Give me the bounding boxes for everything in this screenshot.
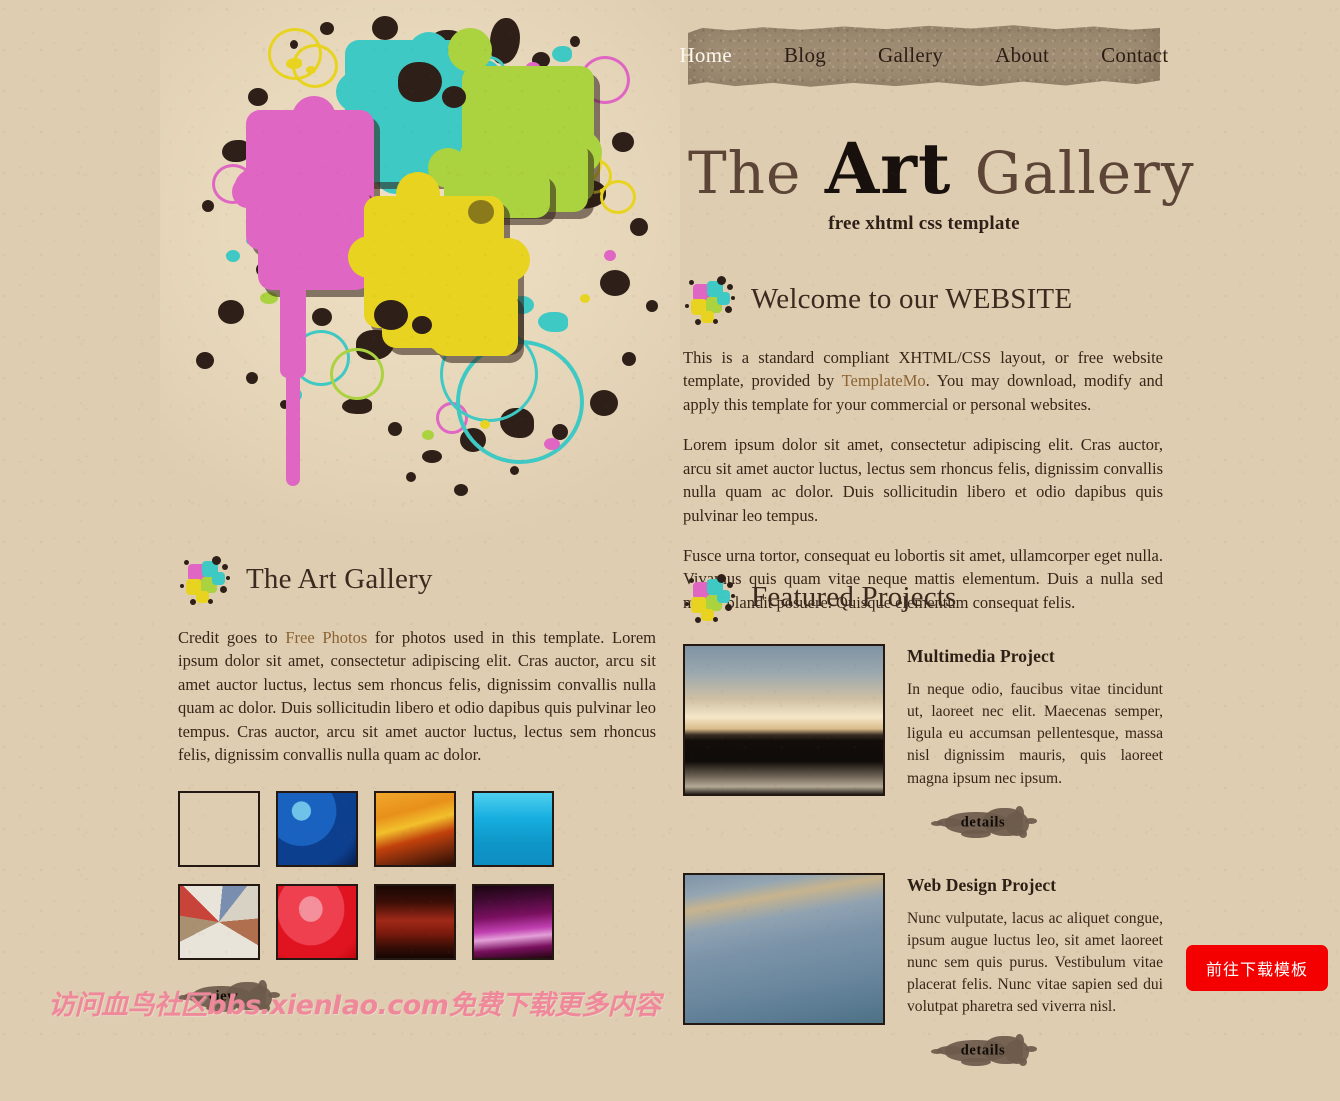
featured-projects-section: Featured Projects Multimedia Project In …: [683, 570, 1163, 1101]
thumb-dark-red-texture[interactable]: [374, 883, 456, 960]
nav-item-gallery[interactable]: Gallery: [852, 44, 969, 66]
nav-item-home[interactable]: Home: [653, 44, 758, 66]
thumb-red-gradient[interactable]: [276, 883, 358, 960]
project-image-boat-water[interactable]: [683, 872, 885, 1025]
gallery-credit-paragraph: Credit goes to Free Photos for photos us…: [178, 626, 656, 767]
site-tagline: free xhtml css template: [828, 213, 1020, 234]
project-details-label: details: [960, 1042, 1006, 1059]
project-details-button[interactable]: details: [931, 1034, 1037, 1068]
credit-text-after-link: for photos used in this template. Lorem …: [178, 628, 656, 765]
thumb-orange-fire[interactable]: [374, 790, 456, 867]
project-item: Multimedia Project In neque odio, faucib…: [683, 644, 1163, 845]
project-details-button[interactable]: details: [931, 805, 1037, 840]
welcome-heading-row: Welcome to our WEBSITE: [683, 272, 1163, 328]
welcome-paragraph-1: This is a standard compliant XHTML/CSS l…: [683, 346, 1163, 416]
nav-item-about[interactable]: About: [969, 44, 1075, 66]
project-image-sunset-lake[interactable]: [683, 644, 885, 796]
free-photos-link[interactable]: Free Photos: [285, 628, 367, 647]
gallery-heading-row: The Art Gallery: [178, 552, 656, 608]
gallery-heading: The Art Gallery: [246, 563, 433, 596]
project-text: In neque odio, faucibus vitae tincidunt …: [907, 681, 1163, 787]
art-gallery-section: The Art Gallery Credit goes to Free Phot…: [178, 552, 656, 1019]
project-item: Web Design Project Nunc vulputate, lacus…: [683, 872, 1163, 1074]
watermark-text: 访问血鸟社区bbs.xienIao.com免费下载更多内容: [48, 990, 661, 1021]
welcome-paragraph-2: Lorem ipsum dolor sit amet, consectetur …: [683, 435, 1163, 525]
templatemo-link[interactable]: TemplateMo: [842, 371, 926, 390]
puzzle-splatter-artwork: [160, 0, 680, 545]
puzzle-splatter-icon: [683, 272, 739, 328]
thumb-colored-pencils[interactable]: [178, 883, 260, 960]
project-title: Web Design Project: [907, 874, 1057, 895]
project-details-label: details: [960, 814, 1006, 831]
site-title-block: The Art Gallery free xhtml css template: [688, 134, 1194, 234]
project-body: Web Design Project Nunc vulputate, lacus…: [907, 873, 1163, 1074]
welcome-section: Welcome to our WEBSITE This is a standar…: [683, 272, 1163, 614]
download-template-button[interactable]: 前往下载模板: [1185, 945, 1328, 991]
logo-word-art: Art: [824, 127, 952, 210]
project-text: Nunc vulputate, lacus ac aliquet congue,…: [907, 909, 1163, 1016]
nav-list: Home Blog Gallery About Contact: [679, 24, 1168, 88]
welcome-heading: Welcome to our WEBSITE: [751, 283, 1073, 316]
gallery-thumbnail-grid: [178, 790, 656, 960]
thumb-cyan-water[interactable]: [472, 790, 554, 867]
puzzle-splatter-icon: [683, 570, 739, 626]
nav-item-blog[interactable]: Blog: [758, 44, 852, 66]
logo-word-gallery: Gallery: [974, 139, 1195, 207]
featured-heading: Featured Projects: [751, 581, 957, 614]
main-navigation[interactable]: Home Blog Gallery About Contact: [679, 24, 1168, 88]
credit-text-before-link: Credit goes to: [178, 628, 286, 647]
site-logo[interactable]: The Art Gallery: [688, 134, 1194, 207]
featured-heading-row: Featured Projects: [683, 570, 1163, 626]
thumb-pencils-wood[interactable]: [178, 790, 260, 867]
nav-item-contact[interactable]: Contact: [1075, 44, 1194, 66]
logo-word-the: The: [688, 139, 802, 207]
project-title: Multimedia Project: [907, 646, 1055, 666]
project-body: Multimedia Project In neque odio, faucib…: [907, 644, 1163, 845]
puzzle-splatter-icon: [178, 552, 234, 608]
header-artwork: [160, 0, 680, 545]
thumb-magenta-texture[interactable]: [472, 883, 554, 960]
thumb-blue-paint[interactable]: [276, 790, 358, 867]
